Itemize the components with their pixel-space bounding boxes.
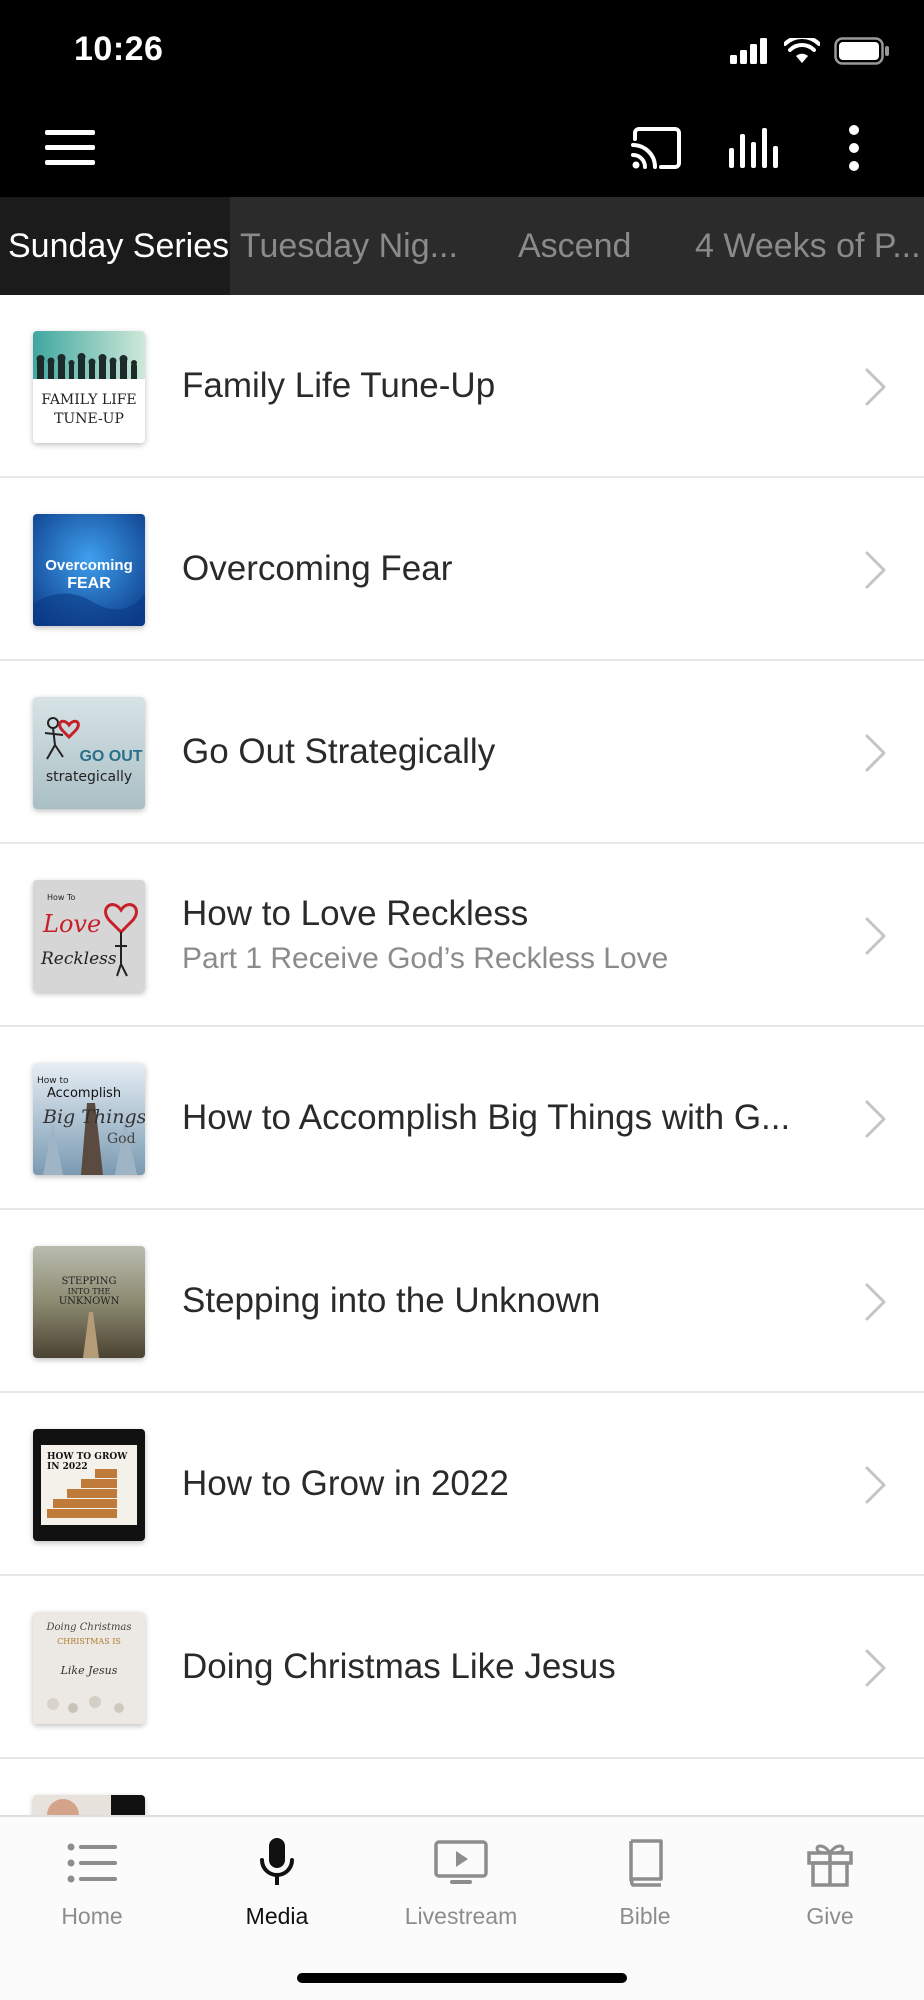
chevron-right-icon: [865, 1283, 886, 1321]
tab-tuesday-night[interactable]: Tuesday Nig...: [240, 197, 458, 295]
hamburger-menu-button[interactable]: [40, 118, 100, 178]
list-icon: [67, 1843, 117, 1883]
series-thumbnail: STEPPING INTO THE UNKNOWN: [33, 1246, 145, 1358]
gift-icon: [807, 1844, 853, 1887]
book-icon: [629, 1839, 663, 1887]
series-title: Stepping into the Unknown: [182, 1280, 601, 1320]
series-thumbnail: How to Accomplish Big Things God: [33, 1063, 145, 1175]
series-list: FAMILY LIFE TUNE-UP Family Life Tune-Up …: [0, 295, 924, 1815]
tv-play-icon: [434, 1840, 488, 1884]
list-item[interactable]: Doing Christmas CHRISTMAS IS Like Jesus …: [0, 1576, 924, 1759]
series-tabs: Sunday Series Tuesday Nig... Ascend 4 We…: [0, 197, 924, 295]
app-bar: [0, 100, 924, 197]
list-item[interactable]: How to Accomplish Big Things God How to …: [0, 1027, 924, 1210]
thumb-text: STEPPING: [62, 1276, 117, 1287]
series-thumbnail: HOW TO GROW IN 2022: [33, 1429, 145, 1541]
nav-home[interactable]: Home: [0, 1817, 184, 1937]
chevron-right-icon: [865, 1649, 886, 1687]
thumb-text: HOW TO GROW: [47, 1452, 128, 1462]
microphone-icon: [260, 1838, 294, 1885]
status-time: 10:26: [74, 30, 164, 68]
list-item[interactable]: HOW TO GROW IN 2022 How to Grow in 2022: [0, 1393, 924, 1576]
tab-ascend[interactable]: Ascend: [518, 197, 631, 295]
series-thumbnail: FAMILY LIFE TUNE-UP: [33, 331, 145, 443]
list-item[interactable]: GO OUT strategically Go Out Strategicall…: [0, 661, 924, 844]
series-title: Go Out Strategically: [182, 731, 496, 771]
wifi-icon: [784, 38, 820, 63]
thumb-text: IN 2022: [47, 1462, 88, 1472]
series-thumbnail: Overcoming FEAR: [33, 514, 145, 626]
thumb-text: CHRISTMAS IS: [57, 1637, 121, 1646]
thumb-text: Doing Christmas: [45, 1622, 131, 1633]
series-thumbnail: [33, 1795, 145, 1815]
series-title: Overcoming Fear: [182, 548, 453, 588]
cast-button[interactable]: [627, 118, 687, 178]
home-indicator: [297, 1973, 627, 1983]
series-title: How to Love Reckless: [182, 893, 529, 933]
list-item[interactable]: FAMILY LIFE TUNE-UP Family Life Tune-Up: [0, 295, 924, 478]
thumb-text: Like Jesus: [60, 1664, 118, 1677]
thumb-text: Reckless: [40, 949, 117, 969]
series-title: Doing Christmas Like Jesus: [182, 1646, 616, 1686]
thumb-text: Big Things: [42, 1106, 145, 1128]
series-subtitle: Part 1 Receive God’s Reckless Love: [182, 941, 669, 975]
cellular-signal-icon: [730, 38, 767, 64]
chevron-right-icon: [865, 917, 886, 955]
nav-give[interactable]: Give: [738, 1817, 922, 1937]
battery-icon: [834, 37, 889, 65]
tab-4-weeks[interactable]: 4 Weeks of P...: [695, 197, 921, 295]
series-thumbnail: GO OUT strategically: [33, 697, 145, 809]
more-options-button[interactable]: [824, 118, 884, 178]
thumb-text: TUNE-UP: [54, 411, 124, 427]
chevron-right-icon: [865, 551, 886, 589]
more-vertical-icon: [849, 125, 859, 171]
nav-label: Home: [61, 1903, 123, 1929]
cast-icon: [631, 127, 681, 169]
nav-media[interactable]: Media: [185, 1817, 369, 1937]
thumb-text: God: [107, 1131, 136, 1147]
tab-sunday-series[interactable]: Sunday Series: [0, 197, 230, 295]
audio-bars-icon: [729, 128, 778, 168]
series-title: Family Life Tune-Up: [182, 365, 496, 405]
series-title: How to Grow in 2022: [182, 1463, 509, 1503]
status-icons: [730, 36, 890, 66]
thumb-text: How to: [37, 1076, 69, 1086]
status-bar: 10:26: [0, 0, 924, 100]
thumb-text: UNKNOWN: [59, 1296, 120, 1307]
thumb-text: FEAR: [67, 575, 111, 592]
audio-button[interactable]: [725, 118, 785, 178]
series-title: How to Accomplish Big Things with G...: [182, 1097, 791, 1137]
nav-label: Media: [245, 1903, 309, 1929]
nav-livestream[interactable]: Livestream: [369, 1817, 553, 1937]
list-item[interactable]: Overcoming FEAR Overcoming Fear: [0, 478, 924, 661]
chevron-right-icon: [865, 1100, 886, 1138]
nav-bible[interactable]: Bible: [553, 1817, 737, 1937]
nav-label: Bible: [619, 1903, 671, 1929]
thumb-text: Love: [42, 910, 101, 938]
chevron-right-icon: [865, 1466, 886, 1504]
series-thumbnail: How To Love Reckless: [33, 880, 145, 992]
thumb-text: FAMILY LIFE: [41, 392, 136, 408]
thumb-text: INTO THE: [68, 1287, 111, 1296]
list-item[interactable]: How To Love Reckless How to Love Reckles…: [0, 844, 924, 1027]
thumb-text: GO OUT: [79, 748, 142, 765]
chevron-right-icon: [865, 368, 886, 406]
nav-label: Give: [806, 1903, 854, 1929]
chevron-right-icon: [865, 734, 886, 772]
hamburger-icon: [45, 130, 95, 165]
thumb-text: strategically: [46, 769, 132, 785]
list-item[interactable]: [0, 1759, 924, 1815]
thumb-text: Overcoming: [45, 557, 133, 574]
thumb-text: How To: [47, 893, 76, 902]
series-thumbnail: Doing Christmas CHRISTMAS IS Like Jesus: [33, 1612, 145, 1724]
list-item[interactable]: STEPPING INTO THE UNKNOWN Stepping into …: [0, 1210, 924, 1393]
thumb-text: Accomplish: [47, 1086, 121, 1101]
nav-label: Livestream: [404, 1903, 518, 1929]
